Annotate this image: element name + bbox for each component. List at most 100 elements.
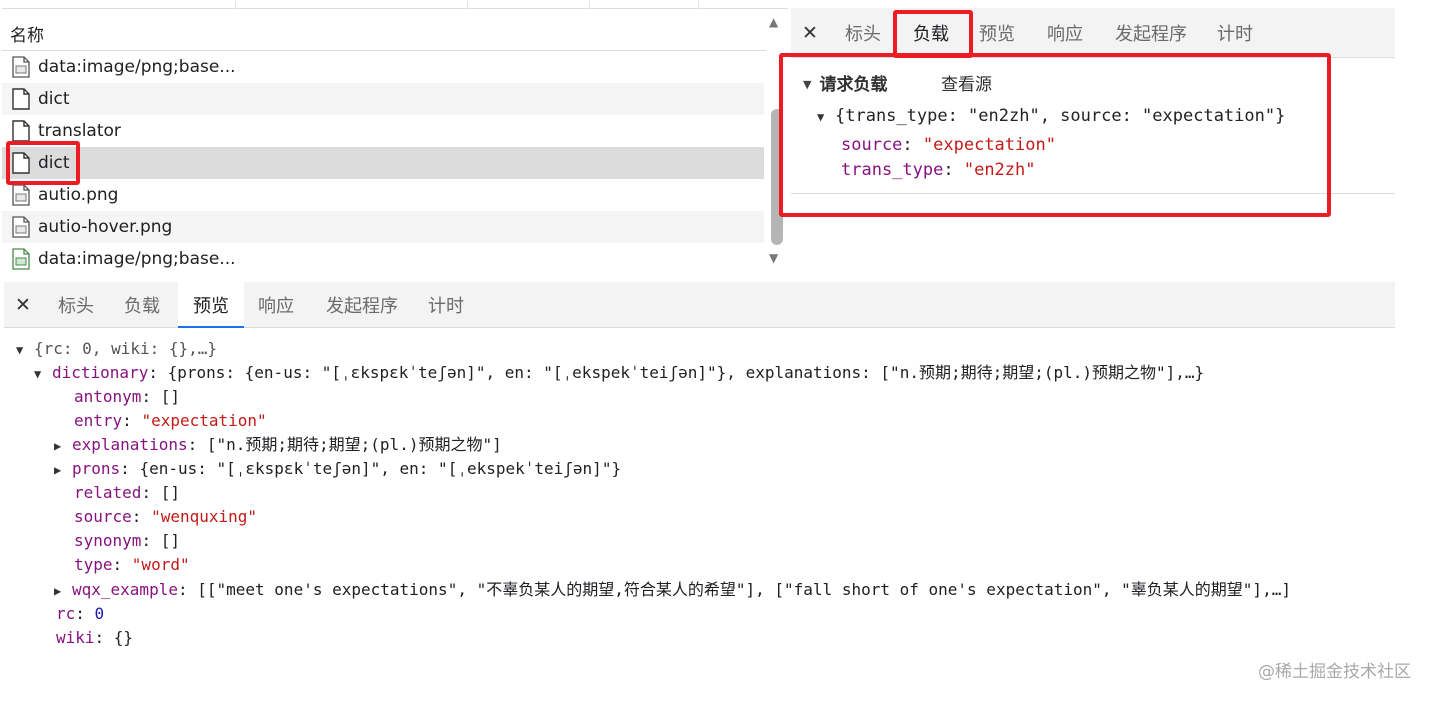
request-rows: data:image/png;base... dict translator d… xyxy=(2,51,766,271)
request-row[interactable]: translator xyxy=(2,115,764,147)
image-file-green-icon xyxy=(12,248,30,270)
tab-label: 负载 xyxy=(124,296,160,317)
request-row[interactable]: autio.png xyxy=(2,179,764,211)
tab-payload[interactable]: 负载 xyxy=(114,282,170,328)
request-row[interactable]: autio-hover.png xyxy=(2,211,764,243)
node-value: "expectation" xyxy=(141,411,267,430)
request-name: data:image/png;base... xyxy=(38,57,236,77)
tab-label: 发起程序 xyxy=(1115,24,1187,45)
tree-node[interactable]: ▶ prons: {en-us: "[ˌɛkspɛkˈteʃən]", en: "… xyxy=(54,458,621,481)
request-row[interactable]: dict xyxy=(2,83,764,115)
request-list-panel: 名称 data:image/png;base... dict translato… xyxy=(2,1,788,271)
node-key: synonym xyxy=(74,531,142,550)
tree-node[interactable]: antonym: [] xyxy=(74,386,180,408)
request-name: autio.png xyxy=(38,185,119,205)
root-summary: {rc: 0, wiki: {},…} xyxy=(34,339,218,358)
node-value: [] xyxy=(160,531,180,550)
node-key: wiki xyxy=(56,628,95,647)
node-key: entry xyxy=(74,411,123,430)
node-key: rc xyxy=(56,604,76,623)
request-name: autio-hover.png xyxy=(38,217,173,237)
scroll-up-icon[interactable]: ▲ xyxy=(769,15,778,29)
request-row-selected[interactable]: dict xyxy=(2,147,764,179)
tree-node[interactable]: ▶ wqx_example: [["meet one's expectations… xyxy=(54,579,1291,602)
tab-headers[interactable]: 标头 xyxy=(48,282,104,328)
tab-initiator[interactable]: 发起程序 xyxy=(1107,8,1195,58)
node-key: related xyxy=(74,483,142,502)
image-file-icon xyxy=(12,56,30,78)
tree-node[interactable]: entry: "expectation" xyxy=(74,410,267,432)
tree-node[interactable]: type: "word" xyxy=(74,554,190,576)
column-divider xyxy=(698,1,699,9)
tree-node[interactable]: wiki: {} xyxy=(56,627,133,649)
node-value: "wenquxing" xyxy=(151,507,258,526)
node-value: 0 xyxy=(94,604,105,623)
scroll-down-icon[interactable]: ▼ xyxy=(769,251,778,265)
collapsed-triangle-icon[interactable]: ▶ xyxy=(54,459,72,481)
highlight-box-selected-row xyxy=(6,141,80,185)
tab-label: 标头 xyxy=(845,24,881,45)
tab-preview[interactable]: 预览 xyxy=(969,8,1025,58)
image-file-icon xyxy=(12,216,30,238)
node-key: source xyxy=(74,507,132,526)
tab-label: 标头 xyxy=(58,296,94,317)
tab-label: 计时 xyxy=(1217,24,1253,45)
tree-node-dictionary[interactable]: ▼ dictionary: {prons: {en-us: "[ˌɛkspɛkˈt… xyxy=(34,362,1204,385)
request-name: data:image/png;base... xyxy=(38,249,236,269)
highlight-box-payload-section xyxy=(779,53,1331,217)
preview-json-tree: ▼ {rc: 0, wiki: {},…} ▼ dictionary: {prons… xyxy=(0,330,1431,670)
request-row[interactable]: data:image/png;base... xyxy=(2,51,764,83)
node-value: {en-us: "[ˌɛkspɛkˈteʃən]", en: "[ˌekspek… xyxy=(139,459,622,478)
collapsed-triangle-icon[interactable]: ▶ xyxy=(54,435,72,457)
expand-triangle-icon[interactable]: ▼ xyxy=(34,363,52,385)
tab-preview[interactable]: 预览 xyxy=(178,282,244,328)
tab-response[interactable]: 响应 xyxy=(248,282,304,328)
tab-label: 计时 xyxy=(428,296,464,317)
tab-label: 预览 xyxy=(193,296,229,317)
detail-tab-bar: ✕ 标头 负载 预览 响应 发起程序 计时 xyxy=(791,8,1395,58)
node-value: "word" xyxy=(131,555,190,574)
tab-timing[interactable]: 计时 xyxy=(418,282,474,328)
tree-root[interactable]: ▼ {rc: 0, wiki: {},…} xyxy=(16,338,217,361)
watermark: @稀土掘金技术社区 xyxy=(1258,662,1411,682)
node-key: dictionary xyxy=(52,363,149,382)
name-column-header[interactable]: 名称 xyxy=(2,9,766,51)
highlight-box-payload-tab xyxy=(893,10,973,58)
node-value: ["n.预期;期待;期望;(pl.)预期之物"] xyxy=(206,435,502,454)
request-name: dict xyxy=(38,89,70,109)
node-value: [["meet one's expectations", "不辜负某人的期望,符… xyxy=(197,580,1291,599)
node-key: type xyxy=(74,555,113,574)
tab-headers[interactable]: 标头 xyxy=(835,8,891,58)
tab-initiator[interactable]: 发起程序 xyxy=(318,282,406,328)
tree-node[interactable]: source: "wenquxing" xyxy=(74,506,257,528)
tree-node[interactable]: synonym: [] xyxy=(74,530,180,552)
request-row[interactable]: data:image/png;base... xyxy=(2,243,764,271)
expand-triangle-icon[interactable]: ▼ xyxy=(16,339,34,361)
tab-response[interactable]: 响应 xyxy=(1037,8,1093,58)
tab-label: 响应 xyxy=(1047,24,1083,45)
tab-label: 发起程序 xyxy=(326,296,398,317)
collapsed-triangle-icon[interactable]: ▶ xyxy=(54,580,72,602)
node-value: {prons: {en-us: "[ˌɛkspɛkˈteʃən]", en: "… xyxy=(167,363,1205,382)
column-divider xyxy=(235,1,236,9)
document-file-icon xyxy=(12,88,30,110)
node-key: explanations xyxy=(72,435,188,454)
document-file-icon xyxy=(12,120,30,142)
tab-timing[interactable]: 计时 xyxy=(1207,8,1263,58)
tree-node[interactable]: rc: 0 xyxy=(56,603,104,625)
tree-node[interactable]: ▶ explanations: ["n.预期;期待;期望;(pl.)预期之物"] xyxy=(54,434,502,457)
close-icon[interactable]: ✕ xyxy=(795,8,825,58)
node-key: prons xyxy=(72,459,121,478)
node-value: {} xyxy=(113,628,134,647)
name-column-label: 名称 xyxy=(10,26,44,46)
close-icon[interactable]: ✕ xyxy=(8,282,38,328)
node-key: wqx_example xyxy=(72,580,178,599)
image-file-icon xyxy=(12,184,30,206)
active-tab-underline xyxy=(178,326,244,328)
node-value: [] xyxy=(160,483,180,502)
node-value: [] xyxy=(160,387,180,406)
tab-label: 响应 xyxy=(258,296,294,317)
tree-node[interactable]: related: [] xyxy=(74,482,180,504)
node-key: antonym xyxy=(74,387,142,406)
column-divider xyxy=(467,1,468,9)
